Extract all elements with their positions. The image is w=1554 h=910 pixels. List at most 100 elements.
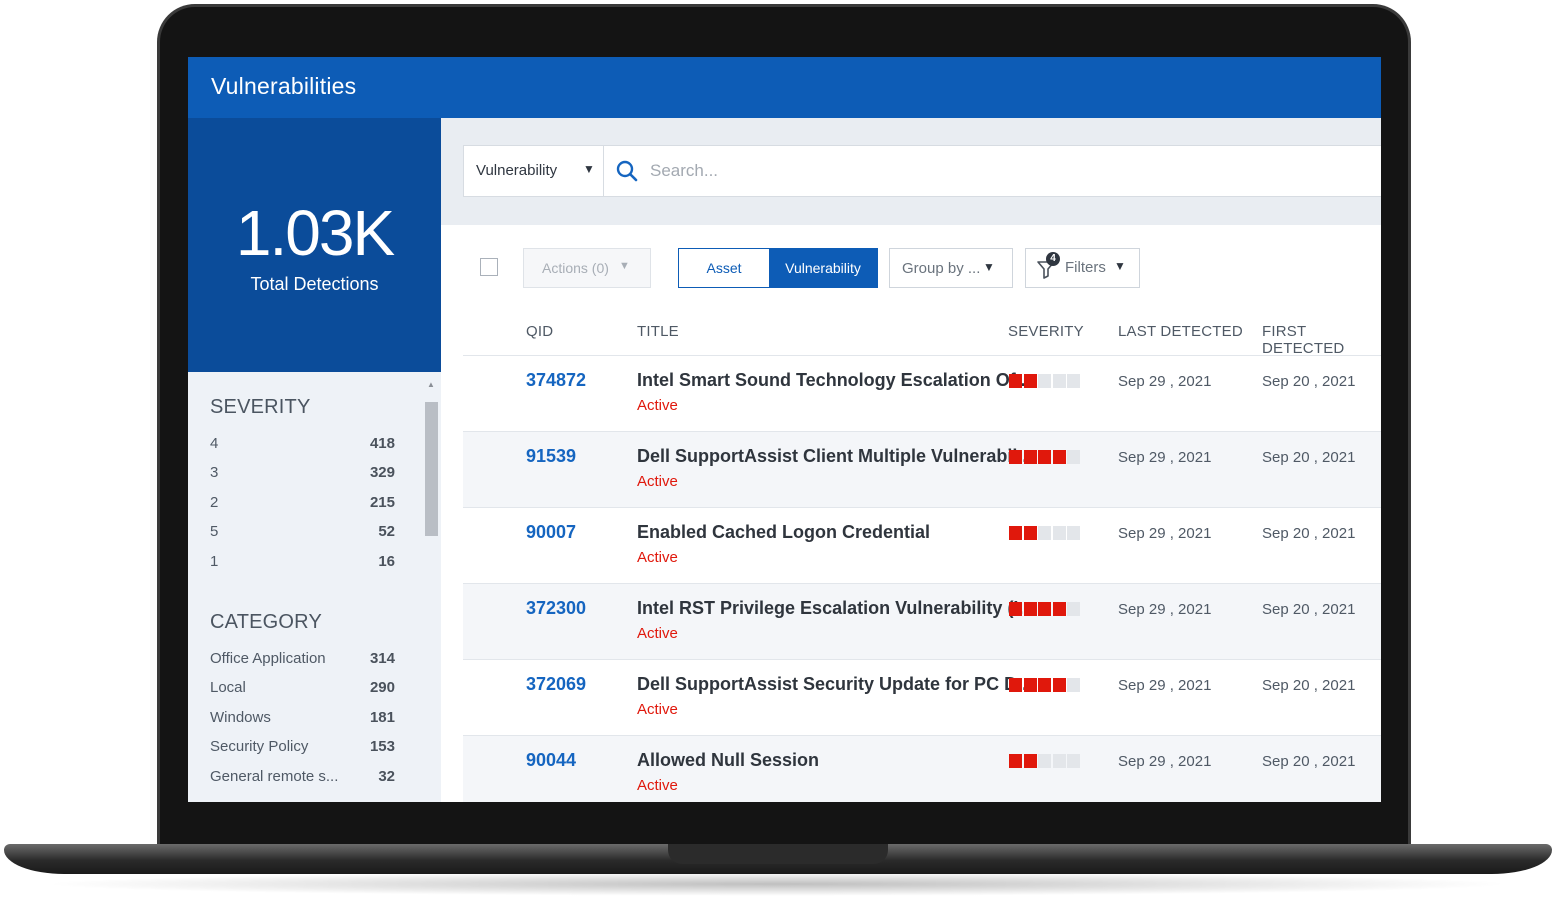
last-detected-date: Sep 29 , 2021 [1118,525,1212,542]
first-detected-date: Sep 20 , 2021 [1262,525,1356,542]
first-detected-date: Sep 20 , 2021 [1262,677,1356,694]
facet-panel: ▲ SEVERITY 4 418 3 329 2 215 5 52 1 16 C… [188,372,441,802]
facet-item[interactable]: Windows 181 [210,709,395,731]
scrollbar-thumb[interactable] [425,402,438,536]
facet-item[interactable]: Security Policy 153 [210,738,395,760]
vulnerability-title[interactable]: Dell SupportAssist Client Multiple Vulne… [637,446,1032,467]
search-band: Vulnerability ▼ [441,118,1381,225]
facet-item-count: 16 [378,553,395,570]
facet-item-count: 215 [369,494,395,511]
search-scope-select[interactable]: Vulnerability ▼ [464,146,604,196]
column-header-qid[interactable]: QID [526,323,553,340]
facet-item-label: 1 [210,553,219,570]
filters-button-label: Filters [1065,259,1106,276]
facet-item[interactable]: 4 418 [210,435,395,457]
facet-item-count: 329 [369,464,395,481]
severity-segment [1009,450,1022,464]
vulnerability-title[interactable]: Intel RST Privilege Escalation Vulnerabi… [637,598,1033,619]
column-header-last-detected[interactable]: Last Detected [1118,323,1243,340]
severity-segment [1067,526,1080,540]
severity-facet-heading: SEVERITY [210,396,311,418]
table-header: QID Title Severity Last Detected First D… [463,323,1381,357]
facet-item[interactable]: Local 290 [210,679,395,701]
laptop-notch [668,844,888,864]
severity-segment [1038,450,1051,464]
status-label: Active [637,549,678,566]
category-facet-heading: CATEGORY [210,611,322,633]
qid-link[interactable]: 91539 [526,446,576,467]
facet-item[interactable]: Office Application 314 [210,650,395,672]
facet-item-count: 52 [378,523,395,540]
vulnerability-title[interactable]: Intel Smart Sound Technology Escalation … [637,370,1036,391]
last-detected-date: Sep 29 , 2021 [1118,373,1212,390]
severity-segment [1009,602,1022,616]
first-detected-date: Sep 20 , 2021 [1262,601,1356,618]
column-header-first-detected[interactable]: First Detected [1262,323,1381,357]
search-input[interactable] [650,156,1350,186]
table-row[interactable]: 90007 Enabled Cached Logon Credential Ac… [463,508,1381,584]
facet-item[interactable]: General remote s... 32 [210,768,395,790]
qid-link[interactable]: 374872 [526,370,586,391]
search-icon [616,160,638,182]
group-by-dropdown[interactable]: Group by ... ▼ [889,248,1013,288]
search-bar: Vulnerability ▼ [463,145,1381,197]
select-all-checkbox[interactable] [480,258,498,276]
column-header-title[interactable]: Title [637,323,679,340]
total-detections-card: 1.03K Total Detections [188,118,441,372]
status-label: Active [637,625,678,642]
facet-item-count: 32 [378,768,395,785]
vulnerability-title[interactable]: Allowed Null Session [637,750,819,771]
severity-segment [1067,602,1080,616]
page-title: Vulnerabilities [211,73,357,99]
qid-link[interactable]: 372069 [526,674,586,695]
table-row[interactable]: 91539 Dell SupportAssist Client Multiple… [463,432,1381,508]
column-header-severity[interactable]: Severity [1008,323,1084,340]
severity-segment [1009,374,1022,388]
table-row[interactable]: 90044 Allowed Null Session Active Sep 29… [463,736,1381,802]
severity-segment [1023,754,1037,768]
facet-scrollbar[interactable]: ▲ [424,380,438,800]
vulnerability-title[interactable]: Enabled Cached Logon Credential [637,522,930,543]
severity-segment [1038,754,1051,768]
severity-segment [1009,526,1022,540]
caret-down-icon: ▼ [583,162,595,176]
qid-link[interactable]: 90044 [526,750,576,771]
app-screen: Vulnerabilities 1.03K Total Detections ▲… [188,57,1381,802]
main-content: Vulnerability ▼ Actions (0) ▼ Asset Vuln… [441,118,1381,802]
severity-indicator [1009,374,1081,388]
severity-segment [1052,678,1066,692]
severity-segment [1023,678,1037,692]
scroll-up-icon[interactable]: ▲ [427,380,435,389]
facet-item[interactable]: 2 215 [210,494,395,516]
actions-button[interactable]: Actions (0) ▼ [523,248,651,288]
search-scope-value: Vulnerability [476,162,558,179]
severity-segment [1023,526,1037,540]
table-row[interactable]: 372069 Dell SupportAssist Security Updat… [463,660,1381,736]
facet-item-label: General remote s... [210,768,339,785]
severity-segment [1009,678,1022,692]
facet-item-label: Office Application [210,650,326,667]
vulnerability-title[interactable]: Dell SupportAssist Security Update for P… [637,674,1032,695]
severity-segment [1052,602,1066,616]
facet-item[interactable]: 3 329 [210,464,395,486]
qid-link[interactable]: 372300 [526,598,586,619]
first-detected-date: Sep 20 , 2021 [1262,373,1356,390]
app-header: Vulnerabilities [188,57,1381,118]
facet-item-label: 5 [210,523,219,540]
severity-segment [1038,602,1051,616]
last-detected-date: Sep 29 , 2021 [1118,449,1212,466]
table-row[interactable]: 372300 Intel RST Privilege Escalation Vu… [463,584,1381,660]
severity-segment [1009,754,1022,768]
status-label: Active [637,701,678,718]
qid-link[interactable]: 90007 [526,522,576,543]
facet-item-count: 290 [369,679,395,696]
table-row[interactable]: 374872 Intel Smart Sound Technology Esca… [463,356,1381,432]
severity-indicator [1009,754,1081,768]
total-detections-label: Total Detections [250,274,379,294]
facet-item[interactable]: 5 52 [210,523,395,545]
facet-item[interactable]: 1 16 [210,553,395,575]
toggle-vulnerability[interactable]: Vulnerability [769,249,877,287]
filters-button[interactable]: 4 Filters ▼ [1025,248,1140,288]
group-by-label: Group by ... [902,260,981,277]
toggle-asset[interactable]: Asset [679,249,769,287]
